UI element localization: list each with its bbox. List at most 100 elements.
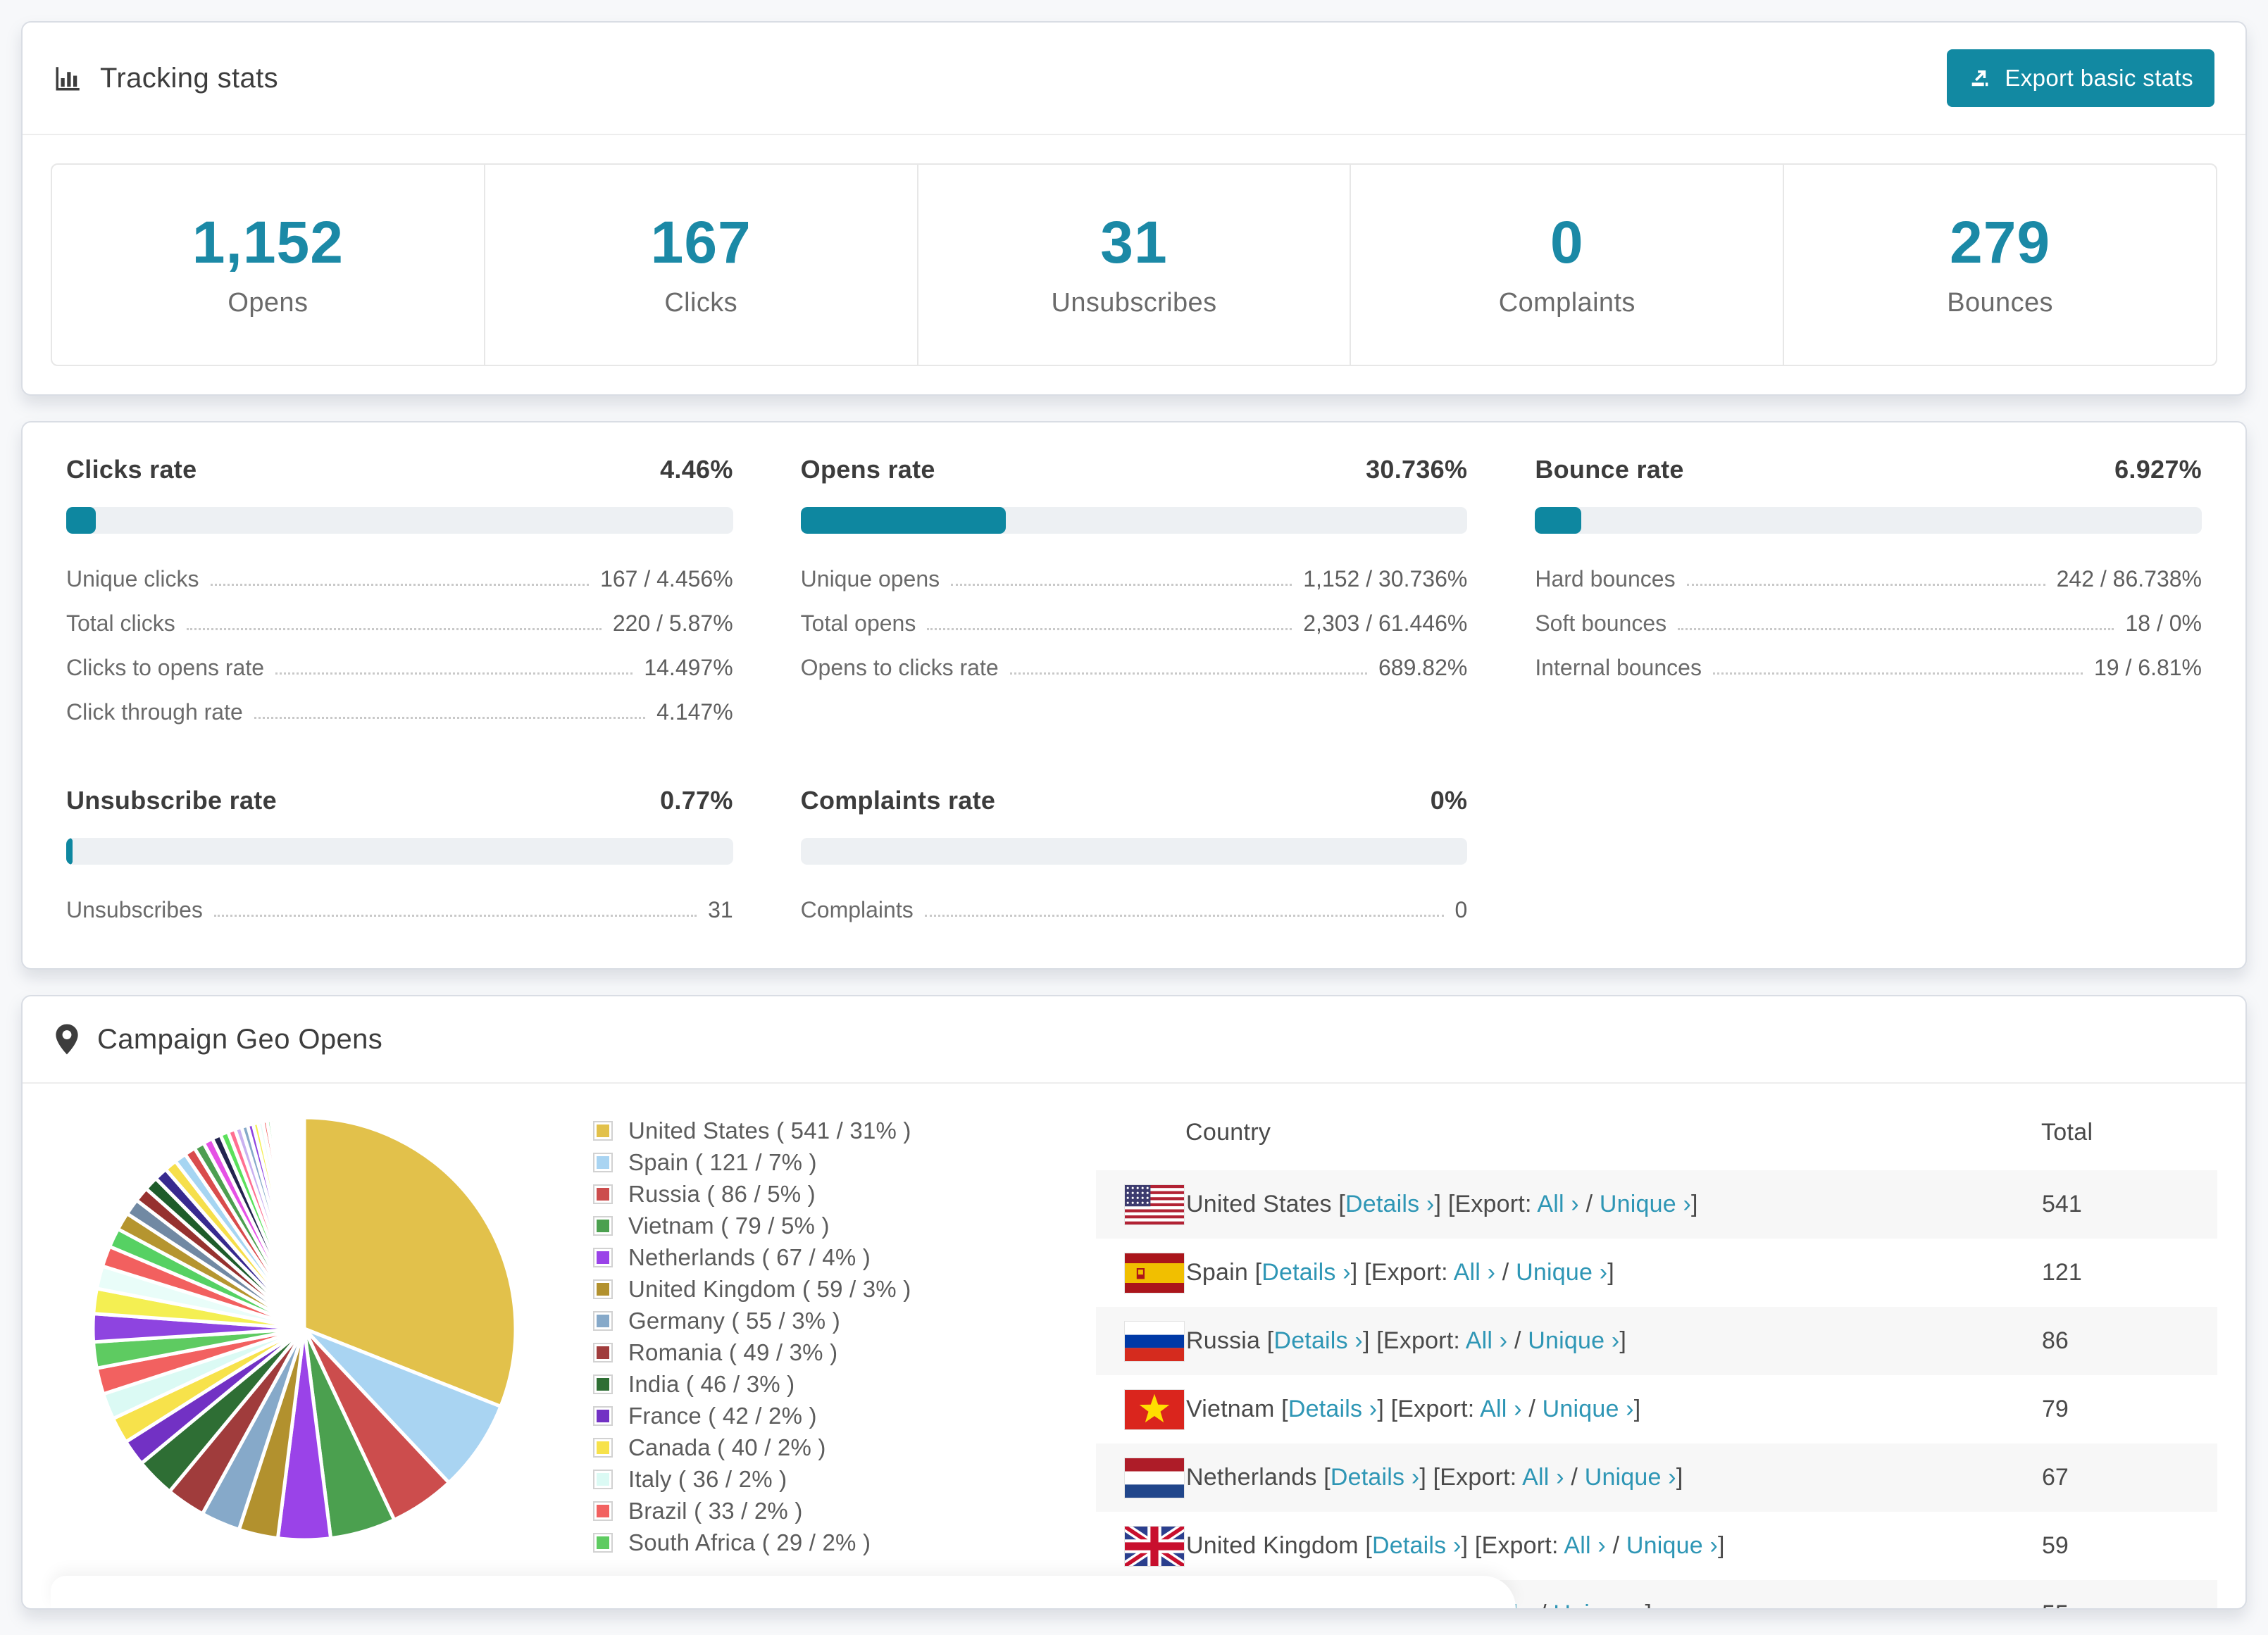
legend-item-canada[interactable]: Canada ( 40 / 2% ) [593,1434,1058,1461]
details-link[interactable]: Details › [1331,1464,1420,1491]
legend-item-united-states[interactable]: United States ( 541 / 31% ) [593,1117,1058,1144]
rate-head: Clicks rate4.46% [66,455,733,484]
total-cell: 55 [2041,1580,2217,1610]
legend-item-brazil[interactable]: Brazil ( 33 / 2% ) [593,1498,1058,1524]
legend-label: Russia ( 86 / 5% ) [628,1181,816,1208]
export-all-link[interactable]: All › [1480,1396,1522,1422]
export-unique-link[interactable]: Unique › [1528,1327,1619,1354]
rate-head: Complaints rate0% [801,786,1468,815]
legend-swatch [593,1470,613,1489]
stat-value: 167 [651,208,752,277]
rate-row-label: Total clicks [66,610,175,637]
total-column-header: Total [2041,1094,2217,1170]
export-unique-link[interactable]: Unique › [1516,1259,1607,1286]
stat-label: Complaints [1499,288,1635,318]
details-link[interactable]: Details › [1288,1396,1378,1422]
rate-value: 30.736% [1366,455,1467,484]
dotted-leader [254,717,645,719]
geo-table-row-us: United States [Details ›] [Export: All ›… [1096,1170,2217,1239]
rate-section-complaints-rate: Complaints rate0%Complaints0 [801,786,1468,923]
legend-item-russia[interactable]: Russia ( 86 / 5% ) [593,1181,1058,1208]
export-all-link[interactable]: All › [1466,1327,1508,1354]
geo-title-wrap: Campaign Geo Opens [54,1023,382,1055]
bracket: ] [1607,1259,1614,1286]
stat-value: 31 [1100,208,1167,277]
details-link[interactable]: Details › [1261,1259,1351,1286]
legend-swatch [593,1438,613,1458]
bracket: ] [1363,1327,1376,1354]
legend-swatch [593,1279,613,1299]
rate-title: Bounce rate [1535,455,1683,484]
es-flag-icon [1124,1253,1185,1293]
export-unique-link[interactable]: Unique › [1553,1600,1645,1610]
slash: / [1495,1259,1516,1286]
country-name: Vietnam [1186,1396,1281,1422]
geo-table: Country Total United States [Details ›] … [1096,1094,2217,1610]
legend-item-france[interactable]: France ( 42 / 2% ) [593,1403,1058,1429]
bracket: [ [1365,1532,1372,1559]
rate-row: Opens to clicks rate689.82% [801,655,1468,681]
export-all-link[interactable]: All › [1564,1532,1606,1559]
legend-swatch-color [597,1473,609,1486]
slash: / [1579,1191,1600,1217]
legend-label: United Kingdom ( 59 / 3% ) [628,1276,911,1303]
rate-progress-bar [801,507,1468,534]
tracking-stats-card: Tracking stats Export basic stats 1,152O… [21,21,2247,396]
export-all-link[interactable]: All › [1522,1464,1564,1491]
legend-item-netherlands[interactable]: Netherlands ( 67 / 4% ) [593,1244,1058,1271]
geo-pie-legend: United States ( 541 / 31% ) Spain ( 121 /… [593,1117,1058,1610]
rate-rows: Unique opens1,152 / 30.736%Total opens2,… [801,566,1468,681]
vn-flag-icon [1124,1389,1185,1430]
export-unique-link[interactable]: Unique › [1626,1532,1718,1559]
details-link[interactable]: Details › [1273,1327,1363,1354]
bracket: ] [1419,1464,1433,1491]
legend-item-united-kingdom[interactable]: United Kingdom ( 59 / 3% ) [593,1276,1058,1303]
legend-swatch-color [597,1188,609,1201]
rate-row-label: Internal bounces [1535,655,1702,681]
legend-item-india[interactable]: India ( 46 / 3% ) [593,1371,1058,1398]
rates-grid: Clicks rate4.46%Unique clicks167 / 4.456… [66,455,2202,923]
total-cell: 79 [2041,1375,2217,1443]
legend-swatch-color [597,1441,609,1454]
legend-item-romania[interactable]: Romania ( 49 / 3% ) [593,1339,1058,1366]
tracking-stats-header: Tracking stats Export basic stats [23,23,2245,135]
country-cell: United Kingdom [Details ›] [Export: All … [1185,1512,2041,1580]
flag-cell [1096,1443,1185,1512]
legend-swatch-color [597,1156,609,1169]
legend-swatch-color [597,1410,609,1422]
export-all-link[interactable]: All › [1454,1259,1496,1286]
dotted-leader [951,584,1292,586]
rate-row-value: 167 / 4.456% [600,566,733,592]
rate-value: 6.927% [2114,455,2202,484]
legend-item-spain[interactable]: Spain ( 121 / 7% ) [593,1149,1058,1176]
export-unique-link[interactable]: Unique › [1600,1191,1691,1217]
legend-item-vietnam[interactable]: Vietnam ( 79 / 5% ) [593,1213,1058,1239]
export-all-link[interactable]: All › [1537,1191,1579,1217]
export-unique-link[interactable]: Unique › [1543,1396,1634,1422]
rate-row-label: Hard bounces [1535,566,1675,592]
country-name: United States [1186,1191,1338,1217]
export-basic-stats-button[interactable]: Export basic stats [1947,49,2214,107]
nl-flag-icon [1124,1458,1185,1498]
legend-item-italy[interactable]: Italy ( 36 / 2% ) [593,1466,1058,1493]
bracket: ] [1691,1191,1698,1217]
legend-item-south-africa[interactable]: South Africa ( 29 / 2% ) [593,1529,1058,1556]
details-link[interactable]: Details › [1345,1191,1435,1217]
rate-row-value: 242 / 86.738% [2057,566,2202,592]
geo-table-row-nl: Netherlands [Details ›] [Export: All › /… [1096,1443,2217,1512]
bracket: [ [1338,1191,1345,1217]
rate-row: Clicks to opens rate14.497% [66,655,733,681]
rate-section-unsubscribe-rate: Unsubscribe rate0.77%Unsubscribes31 [66,786,733,923]
flag-cell [1096,1170,1185,1239]
legend-label: South Africa ( 29 / 2% ) [628,1529,871,1556]
rate-row-label: Soft bounces [1535,610,1666,637]
rate-row-label: Unique opens [801,566,940,592]
legend-item-germany[interactable]: Germany ( 55 / 3% ) [593,1308,1058,1334]
total-cell: 541 [2041,1170,2217,1239]
legend-swatch [593,1374,613,1394]
legend-label: Canada ( 40 / 2% ) [628,1434,826,1461]
bracket: ] [1645,1600,1652,1610]
export-unique-link[interactable]: Unique › [1585,1464,1676,1491]
rate-title: Unsubscribe rate [66,786,277,815]
details-link[interactable]: Details › [1372,1532,1462,1559]
